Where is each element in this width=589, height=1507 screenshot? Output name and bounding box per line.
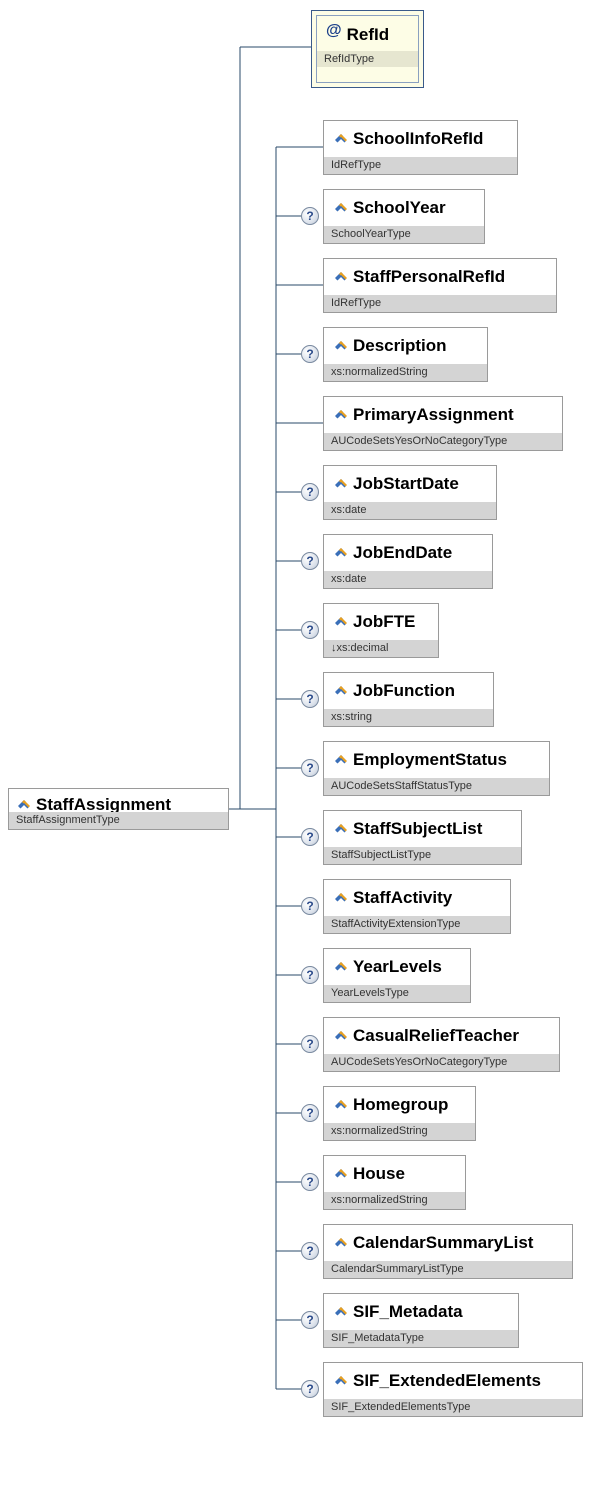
- element-name: JobEndDate: [353, 543, 453, 562]
- attribute-icon: @: [326, 22, 342, 39]
- optional-icon: ?: [301, 345, 319, 363]
- element-box-jobenddate[interactable]: JobEndDate xs:date: [323, 534, 493, 589]
- optional-icon: ?: [301, 1380, 319, 1398]
- optional-icon: ?: [301, 621, 319, 639]
- element-box-schoolyear[interactable]: SchoolYear SchoolYearType: [323, 189, 485, 244]
- element-box-schoolinforefid[interactable]: SchoolInfoRefId IdRefType: [323, 120, 518, 175]
- element-icon: [334, 961, 348, 973]
- element-icon: [334, 1306, 348, 1318]
- optional-icon: ?: [301, 483, 319, 501]
- element-icon: [334, 271, 348, 283]
- optional-icon: ?: [301, 690, 319, 708]
- attribute-box[interactable]: @ RefId RefIdType: [311, 10, 424, 88]
- element-icon: [334, 1237, 348, 1249]
- element-name: Homegroup: [353, 1095, 449, 1114]
- element-type: ↓xs:decimal: [324, 640, 438, 657]
- element-name: EmploymentStatus: [353, 750, 507, 769]
- element-icon: [334, 202, 348, 214]
- element-type: SIF_ExtendedElementsType: [324, 1399, 582, 1416]
- element-box-description[interactable]: Description xs:normalizedString: [323, 327, 488, 382]
- element-name: StaffActivity: [353, 888, 453, 907]
- element-icon: [17, 799, 31, 811]
- element-type: IdRefType: [324, 295, 556, 312]
- element-name: JobStartDate: [353, 474, 459, 493]
- element-name: JobFTE: [353, 612, 416, 631]
- element-icon: [334, 685, 348, 697]
- root-element-box[interactable]: StaffAssignment StaffAssignmentType: [8, 788, 229, 830]
- element-type: xs:normalizedString: [324, 364, 487, 381]
- optional-icon: ?: [301, 1035, 319, 1053]
- optional-icon: ?: [301, 1104, 319, 1122]
- element-type: AUCodeSetsYesOrNoCategoryType: [324, 1054, 559, 1071]
- element-type: xs:string: [324, 709, 493, 726]
- element-icon: [334, 340, 348, 352]
- element-box-staffsubjectlist[interactable]: StaffSubjectList StaffSubjectListType: [323, 810, 522, 865]
- element-icon: [334, 409, 348, 421]
- element-type: StaffActivityExtensionType: [324, 916, 510, 933]
- element-icon: [334, 133, 348, 145]
- root-element-type: StaffAssignmentType: [9, 812, 228, 829]
- element-name: YearLevels: [353, 957, 442, 976]
- element-name: CasualReliefTeacher: [353, 1026, 519, 1045]
- element-type: YearLevelsType: [324, 985, 470, 1002]
- element-name: PrimaryAssignment: [353, 405, 514, 424]
- element-box-homegroup[interactable]: Homegroup xs:normalizedString: [323, 1086, 476, 1141]
- element-box-calendarsummarylist[interactable]: CalendarSummaryList CalendarSummaryListTy…: [323, 1224, 573, 1279]
- optional-icon: ?: [301, 759, 319, 777]
- optional-icon: ?: [301, 1242, 319, 1260]
- attribute-name: RefId: [346, 25, 390, 44]
- optional-icon: ?: [301, 1311, 319, 1329]
- element-type: xs:normalizedString: [324, 1123, 475, 1140]
- element-box-house[interactable]: House xs:normalizedString: [323, 1155, 466, 1210]
- element-icon: [334, 478, 348, 490]
- element-type: xs:date: [324, 502, 496, 519]
- element-box-primaryassignment[interactable]: PrimaryAssignment AUCodeSetsYesOrNoCatego…: [323, 396, 563, 451]
- optional-icon: ?: [301, 897, 319, 915]
- element-name: StaffPersonalRefId: [353, 267, 506, 286]
- element-icon: [334, 823, 348, 835]
- element-box-staffactivity[interactable]: StaffActivity StaffActivityExtensionType: [323, 879, 511, 934]
- element-name: SchoolYear: [353, 198, 446, 217]
- element-icon: [334, 754, 348, 766]
- optional-icon: ?: [301, 828, 319, 846]
- element-box-staffpersonalrefid[interactable]: StaffPersonalRefId IdRefType: [323, 258, 557, 313]
- element-icon: [334, 1099, 348, 1111]
- element-icon: [334, 1375, 348, 1387]
- element-name: StaffSubjectList: [353, 819, 483, 838]
- optional-icon: ?: [301, 966, 319, 984]
- element-box-sif-metadata[interactable]: SIF_Metadata SIF_MetadataType: [323, 1293, 519, 1348]
- element-icon: [334, 1030, 348, 1042]
- element-name: SchoolInfoRefId: [353, 129, 484, 148]
- element-type: IdRefType: [324, 157, 517, 174]
- optional-icon: ?: [301, 1173, 319, 1191]
- element-name: CalendarSummaryList: [353, 1233, 534, 1252]
- element-icon: [334, 616, 348, 628]
- element-icon: [334, 892, 348, 904]
- element-box-employmentstatus[interactable]: EmploymentStatus AUCodeSetsStaffStatusTyp…: [323, 741, 550, 796]
- element-box-jobfte[interactable]: JobFTE ↓xs:decimal: [323, 603, 439, 658]
- element-type: CalendarSummaryListType: [324, 1261, 572, 1278]
- element-box-yearlevels[interactable]: YearLevels YearLevelsType: [323, 948, 471, 1003]
- element-type: xs:normalizedString: [324, 1192, 465, 1209]
- optional-icon: ?: [301, 552, 319, 570]
- element-name: House: [353, 1164, 405, 1183]
- element-name: SIF_ExtendedElements: [353, 1371, 542, 1390]
- element-name: JobFunction: [353, 681, 455, 700]
- element-name: SIF_Metadata: [353, 1302, 463, 1321]
- element-box-casualreliefteacher[interactable]: CasualReliefTeacher AUCodeSetsYesOrNoCate…: [323, 1017, 560, 1072]
- element-box-sif-extendedelements[interactable]: SIF_ExtendedElements SIF_ExtendedElements…: [323, 1362, 583, 1417]
- element-name: Description: [353, 336, 447, 355]
- element-type: xs:date: [324, 571, 492, 588]
- element-icon: [334, 547, 348, 559]
- element-type: SchoolYearType: [324, 226, 484, 243]
- element-box-jobstartdate[interactable]: JobStartDate xs:date: [323, 465, 497, 520]
- attribute-type: RefIdType: [317, 51, 418, 67]
- element-type: StaffSubjectListType: [324, 847, 521, 864]
- optional-icon: ?: [301, 207, 319, 225]
- element-type: AUCodeSetsYesOrNoCategoryType: [324, 433, 562, 450]
- element-icon: [334, 1168, 348, 1180]
- element-box-jobfunction[interactable]: JobFunction xs:string: [323, 672, 494, 727]
- element-type: SIF_MetadataType: [324, 1330, 518, 1347]
- element-type: AUCodeSetsStaffStatusType: [324, 778, 549, 795]
